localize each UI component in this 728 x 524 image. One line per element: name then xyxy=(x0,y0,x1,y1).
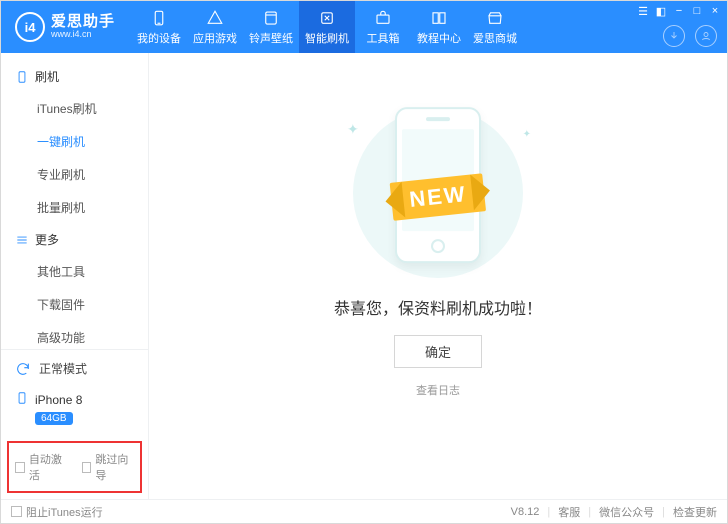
skin-icon[interactable]: ◧ xyxy=(655,5,667,17)
check-update-link[interactable]: 检查更新 xyxy=(673,504,717,520)
nav-label: 我的设备 xyxy=(137,30,181,46)
device-icon xyxy=(15,391,29,408)
logo-icon: i4 xyxy=(15,12,45,42)
phone-icon xyxy=(150,9,168,27)
status-bar: 阻止iTunes运行 V8.12 | 客服 | 微信公众号 | 检查更新 xyxy=(1,499,727,523)
nav-tutorial[interactable]: 教程中心 xyxy=(411,1,467,53)
version-label: V8.12 xyxy=(511,506,540,518)
toolbox-icon xyxy=(374,9,392,27)
apps-icon xyxy=(206,9,224,27)
menu-icon xyxy=(15,233,29,247)
app-name: 爱思助手 xyxy=(51,14,115,31)
sidebar: 刷机 iTunes刷机 一键刷机 专业刷机 批量刷机 更多 其他工具 下载固件 … xyxy=(1,53,149,499)
sidebar-item-pro[interactable]: 专业刷机 xyxy=(1,158,148,191)
phone-small-icon xyxy=(15,70,29,84)
checkbox-label: 跳过向导 xyxy=(95,451,134,483)
sparkle-icon: ✦ xyxy=(347,121,359,138)
support-link[interactable]: 客服 xyxy=(558,504,580,520)
nav-ring[interactable]: 铃声壁纸 xyxy=(243,1,299,53)
minimize-icon[interactable]: − xyxy=(673,5,685,17)
settings-icon[interactable]: ☰ xyxy=(637,5,649,17)
nav-toolbox[interactable]: 工具箱 xyxy=(355,1,411,53)
success-message: 恭喜您，保资料刷机成功啦！ xyxy=(334,295,542,319)
skip-guide-checkbox[interactable]: 跳过向导 xyxy=(82,451,135,483)
flash-icon xyxy=(318,9,336,27)
top-nav: 我的设备 应用游戏 铃声壁纸 智能刷机 工具箱 教程中心 xyxy=(131,1,523,53)
maximize-icon[interactable]: □ xyxy=(691,5,703,17)
mode-label: 正常模式 xyxy=(39,360,87,377)
book-icon xyxy=(430,9,448,27)
app-logo: i4 爱思助手 www.i4.cn xyxy=(1,12,125,42)
block-itunes-checkbox[interactable]: 阻止iTunes运行 xyxy=(11,504,103,520)
nav-games[interactable]: 应用游戏 xyxy=(187,1,243,53)
nav-label: 应用游戏 xyxy=(193,30,237,46)
sidebar-item-batch[interactable]: 批量刷机 xyxy=(1,191,148,224)
sidebar-group-flash: 刷机 xyxy=(1,61,148,92)
nav-label: 教程中心 xyxy=(417,30,461,46)
view-log-link[interactable]: 查看日志 xyxy=(416,382,460,398)
sidebar-group-title: 刷机 xyxy=(35,68,59,85)
user-button[interactable] xyxy=(695,25,717,47)
sidebar-item-oneclick[interactable]: 一键刷机 xyxy=(1,125,148,158)
main-panel: ✦ ✦ NEW 恭喜您，保资料刷机成功啦！ 确定 查看日志 xyxy=(149,53,727,499)
music-icon xyxy=(262,9,280,27)
app-header: i4 爱思助手 www.i4.cn 我的设备 应用游戏 铃声壁纸 智能刷机 xyxy=(1,1,727,53)
window-controls: ☰ ◧ − □ × xyxy=(637,5,721,17)
post-flash-options: 自动激活 跳过向导 xyxy=(7,441,142,493)
download-button[interactable] xyxy=(663,25,685,47)
sidebar-group-title: 更多 xyxy=(35,231,59,248)
nav-flash[interactable]: 智能刷机 xyxy=(299,1,355,53)
sparkle-icon: ✦ xyxy=(523,129,531,140)
nav-label: 智能刷机 xyxy=(305,30,349,46)
mode-row[interactable]: 正常模式 xyxy=(1,350,148,387)
auto-activate-checkbox[interactable]: 自动激活 xyxy=(15,451,68,483)
store-icon xyxy=(486,9,504,27)
sidebar-item-other[interactable]: 其他工具 xyxy=(1,255,148,288)
nav-label: 工具箱 xyxy=(367,30,400,46)
sidebar-item-advanced[interactable]: 高级功能 xyxy=(1,321,148,349)
success-illustration: ✦ ✦ NEW xyxy=(333,87,543,277)
wechat-link[interactable]: 微信公众号 xyxy=(599,504,654,520)
device-row[interactable]: iPhone 8 64GB xyxy=(1,387,148,435)
refresh-icon xyxy=(15,361,31,377)
sidebar-item-firmware[interactable]: 下载固件 xyxy=(1,288,148,321)
storage-badge: 64GB xyxy=(35,412,73,425)
nav-device[interactable]: 我的设备 xyxy=(131,1,187,53)
device-name: iPhone 8 xyxy=(35,393,82,407)
close-icon[interactable]: × xyxy=(709,5,721,17)
sidebar-item-itunes[interactable]: iTunes刷机 xyxy=(1,92,148,125)
ok-button[interactable]: 确定 xyxy=(394,335,482,368)
nav-label: 爱思商城 xyxy=(473,30,517,46)
sidebar-group-more: 更多 xyxy=(1,224,148,255)
nav-label: 铃声壁纸 xyxy=(249,30,293,46)
app-url: www.i4.cn xyxy=(51,30,115,40)
nav-mall[interactable]: 爱思商城 xyxy=(467,1,523,53)
checkbox-label: 自动激活 xyxy=(29,451,68,483)
checkbox-label: 阻止iTunes运行 xyxy=(26,504,103,520)
